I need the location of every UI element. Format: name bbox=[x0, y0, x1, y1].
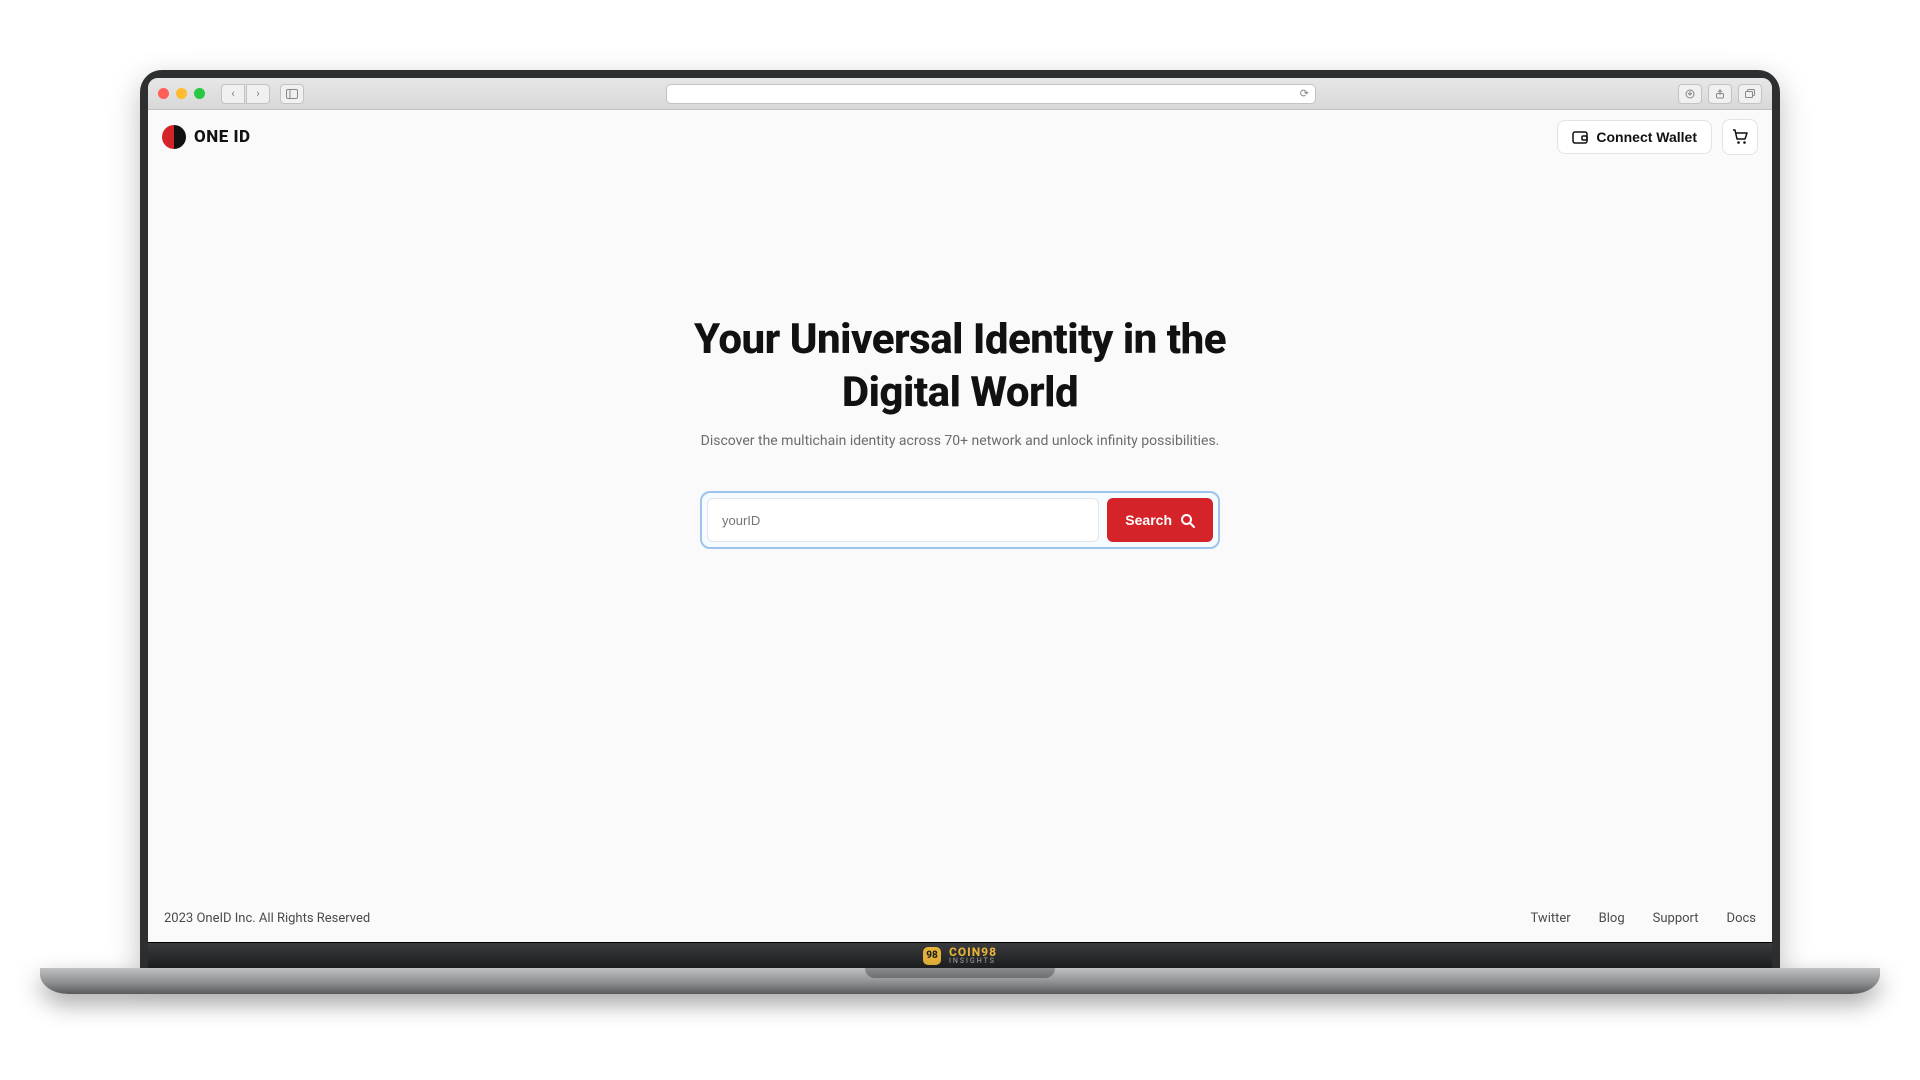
stage: ‹ › ⟳ bbox=[0, 0, 1920, 1080]
sidebar-toggle-button[interactable] bbox=[280, 84, 304, 104]
minimize-window-button[interactable] bbox=[176, 88, 187, 99]
window-controls bbox=[158, 88, 205, 99]
address-bar[interactable]: ⟳ bbox=[666, 84, 1316, 104]
search-input[interactable] bbox=[707, 498, 1099, 542]
reload-icon[interactable]: ⟳ bbox=[1300, 87, 1309, 100]
tabs-button[interactable] bbox=[1738, 84, 1762, 104]
hinge-brand: 98 COIN98 INSIGHTS bbox=[923, 946, 997, 965]
hero: Your Universal Identity in the Digital W… bbox=[148, 164, 1772, 894]
share-button[interactable] bbox=[1708, 84, 1732, 104]
hinge-brand-mark: 98 bbox=[923, 947, 941, 965]
search-button-label: Search bbox=[1125, 512, 1172, 528]
brand[interactable]: ONE ID bbox=[162, 125, 251, 149]
footer-links: Twitter Blog Support Docs bbox=[1531, 911, 1756, 926]
footer: 2023 OneID Inc. All Rights Reserved Twit… bbox=[148, 894, 1772, 942]
footer-link-support[interactable]: Support bbox=[1653, 911, 1699, 926]
laptop-mockup: ‹ › ⟳ bbox=[140, 70, 1780, 994]
browser-right-controls bbox=[1678, 84, 1762, 104]
hinge-brand-text: COIN98 INSIGHTS bbox=[949, 946, 997, 965]
search-icon bbox=[1180, 513, 1195, 528]
top-actions: Connect Wallet bbox=[1557, 119, 1758, 155]
share-icon bbox=[1715, 89, 1725, 99]
hero-title-line1: Your Universal Identity in the bbox=[694, 315, 1226, 364]
download-icon bbox=[1685, 89, 1695, 99]
sidebar-icon bbox=[286, 89, 298, 99]
footer-link-twitter[interactable]: Twitter bbox=[1531, 911, 1571, 926]
laptop-screen: ‹ › ⟳ bbox=[148, 78, 1772, 942]
search-shell: Search bbox=[700, 491, 1220, 549]
cart-button[interactable] bbox=[1722, 119, 1758, 155]
page: ONE ID Connect Wallet bbox=[148, 110, 1772, 942]
back-button[interactable]: ‹ bbox=[221, 84, 245, 104]
address-bar-wrap: ⟳ bbox=[314, 84, 1668, 104]
browser-nav-group: ‹ › bbox=[221, 84, 270, 104]
brand-logo-icon bbox=[162, 125, 186, 149]
hero-title-line2: Digital World bbox=[842, 368, 1078, 417]
connect-wallet-button[interactable]: Connect Wallet bbox=[1557, 120, 1712, 154]
brand-name: ONE ID bbox=[194, 127, 251, 147]
connect-wallet-label: Connect Wallet bbox=[1596, 129, 1697, 145]
tabs-icon bbox=[1745, 89, 1756, 99]
browser-chrome: ‹ › ⟳ bbox=[148, 78, 1772, 110]
footer-copyright: 2023 OneID Inc. All Rights Reserved bbox=[164, 911, 370, 926]
laptop-bezel: ‹ › ⟳ bbox=[140, 70, 1780, 968]
footer-link-docs[interactable]: Docs bbox=[1727, 911, 1756, 926]
maximize-window-button[interactable] bbox=[194, 88, 205, 99]
footer-link-blog[interactable]: Blog bbox=[1599, 911, 1625, 926]
laptop-hinge: 98 COIN98 INSIGHTS bbox=[148, 942, 1772, 968]
forward-button[interactable]: › bbox=[246, 84, 270, 104]
cart-icon bbox=[1732, 129, 1749, 145]
close-window-button[interactable] bbox=[158, 88, 169, 99]
hero-subtitle: Discover the multichain identity across … bbox=[701, 433, 1220, 449]
search-button[interactable]: Search bbox=[1107, 498, 1213, 542]
hinge-brand-sub: INSIGHTS bbox=[949, 958, 997, 965]
hero-title: Your Universal Identity in the Digital W… bbox=[694, 314, 1226, 419]
laptop-base bbox=[40, 968, 1880, 994]
chevron-left-icon: ‹ bbox=[231, 87, 234, 100]
downloads-button[interactable] bbox=[1678, 84, 1702, 104]
topbar: ONE ID Connect Wallet bbox=[148, 110, 1772, 164]
wallet-icon bbox=[1572, 130, 1588, 144]
chevron-right-icon: › bbox=[256, 87, 259, 100]
